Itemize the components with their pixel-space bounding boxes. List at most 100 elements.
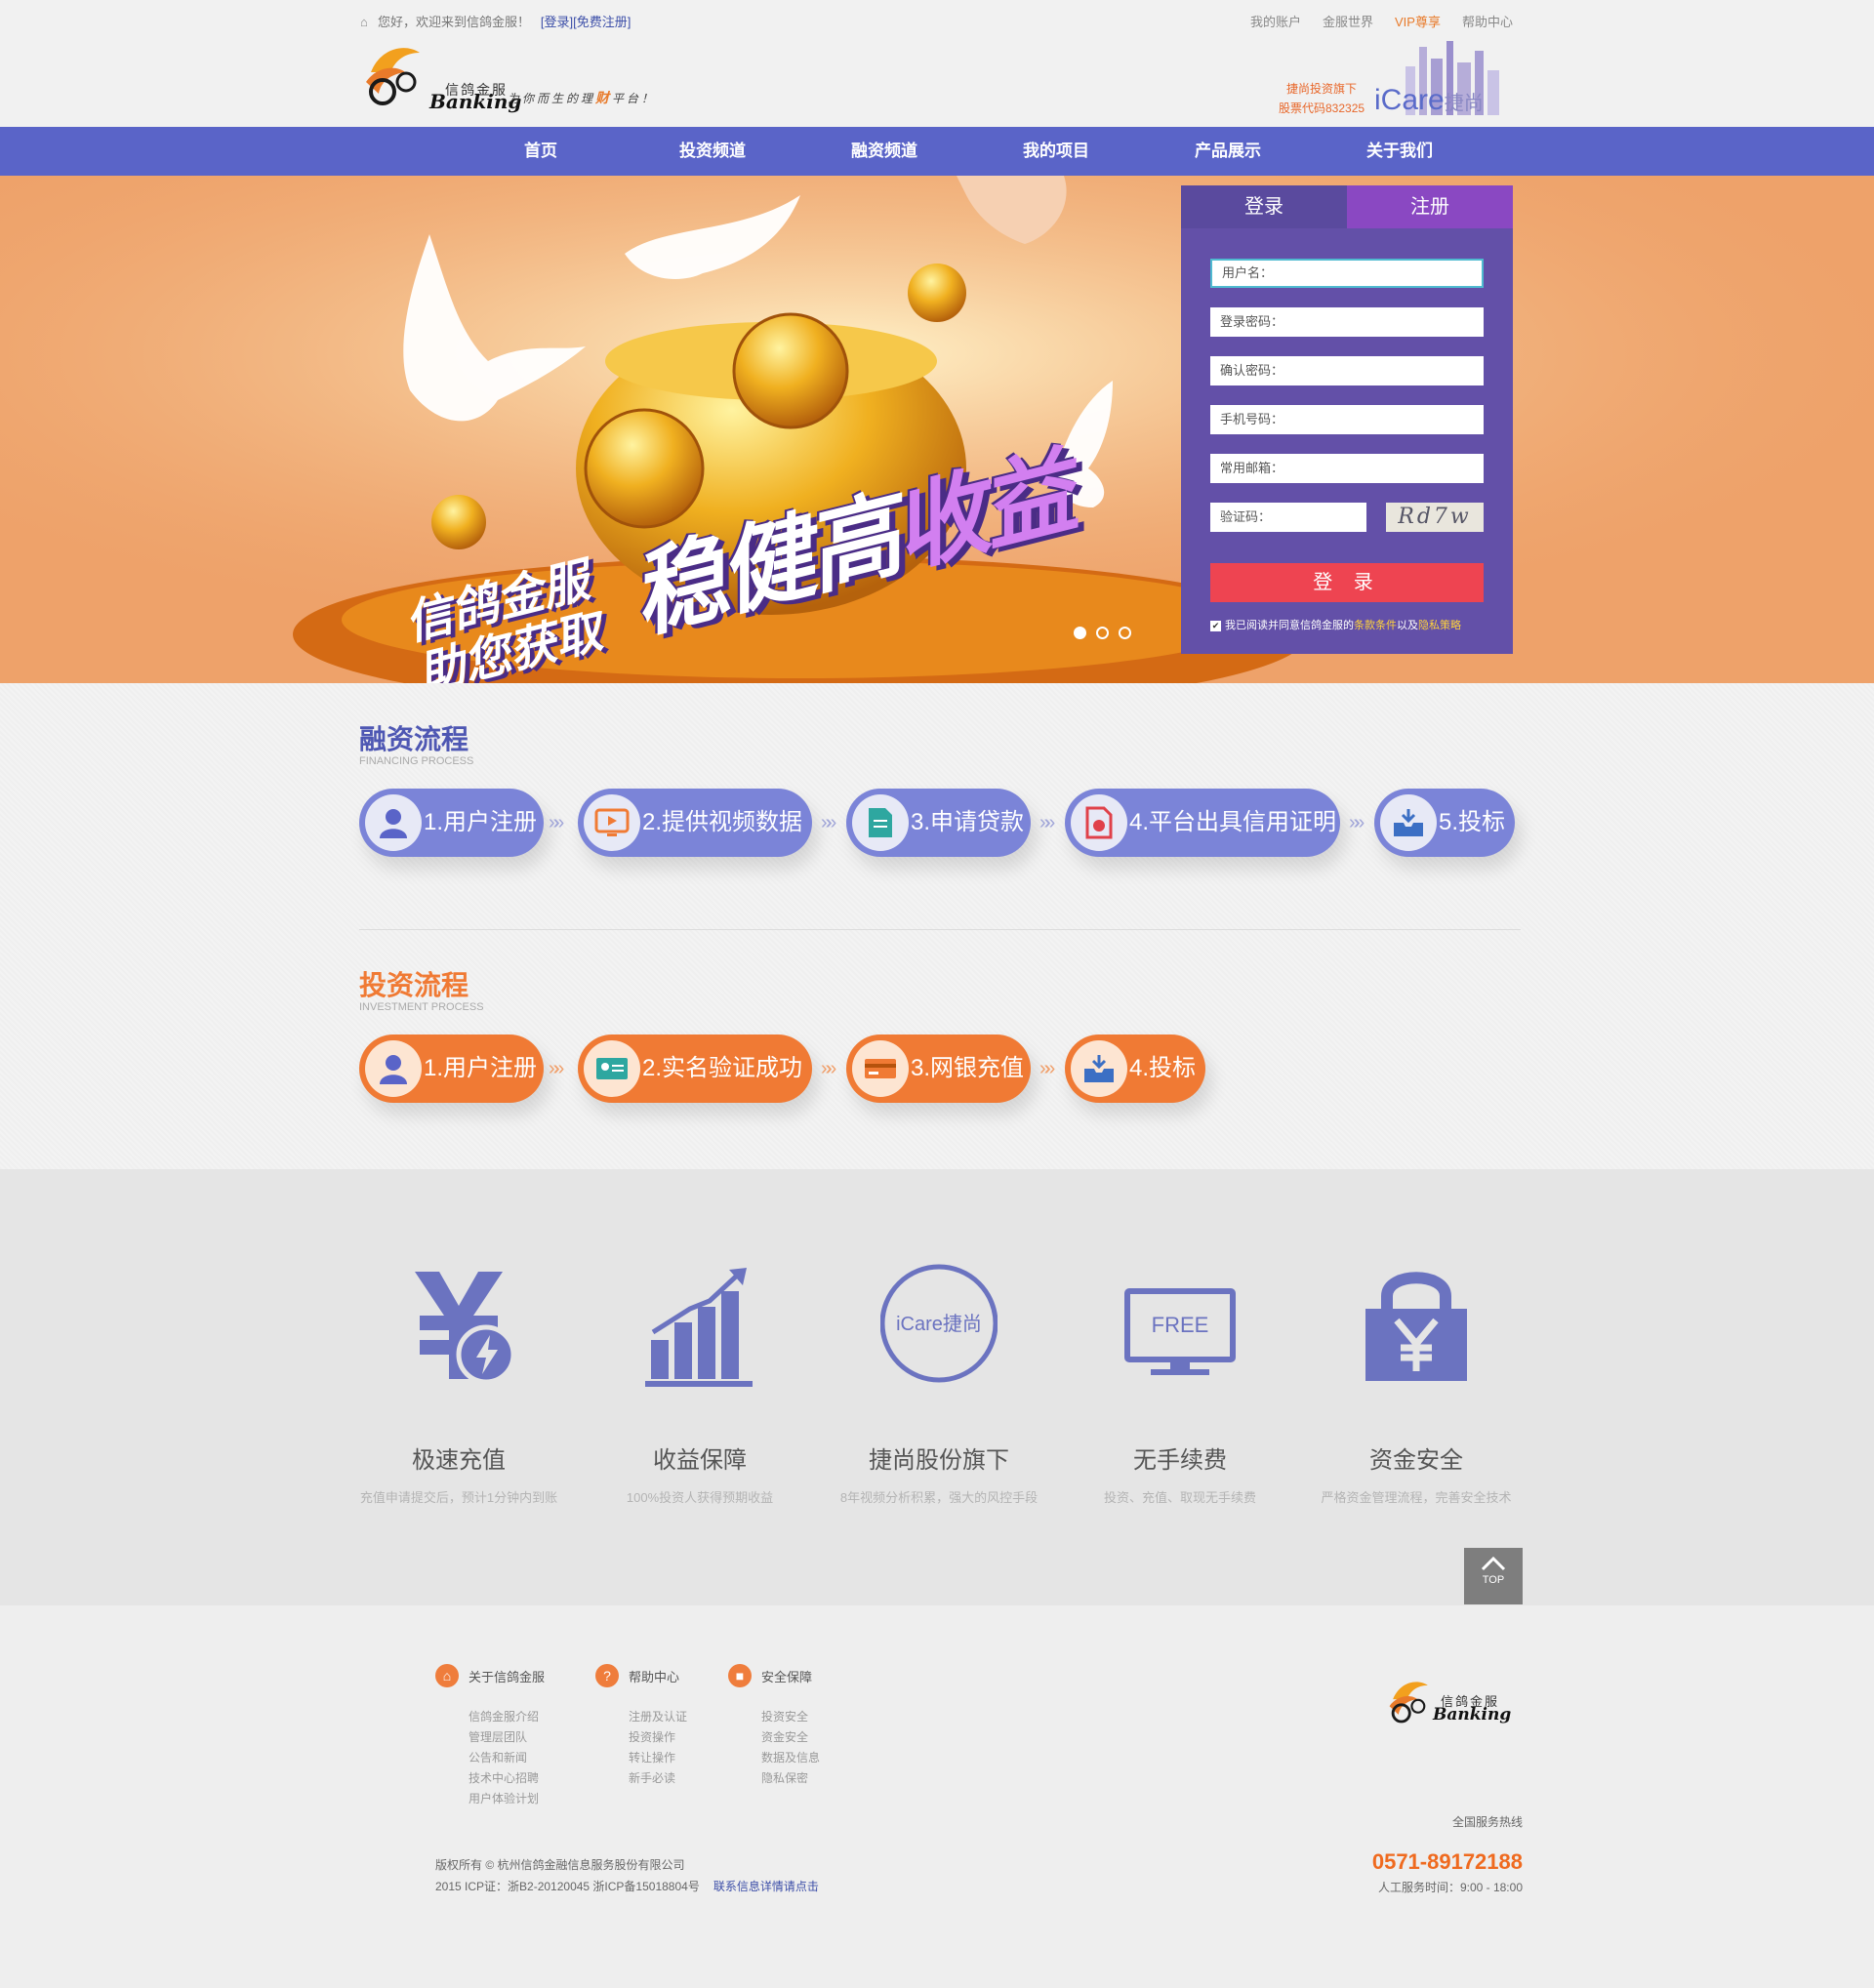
chevron-up-icon [1481,1556,1506,1571]
investment-step-2[interactable]: 2.实名验证成功 [578,1035,812,1103]
password-field[interactable]: 登录密码： [1210,307,1484,337]
terms-link[interactable]: 条款条件 [1354,620,1397,631]
financing-step-1[interactable]: 1.用户注册 [359,789,544,857]
investment-title: 投资流程 [359,970,469,1000]
lock-icon: ■ [728,1664,752,1687]
confirm-password-field[interactable]: 确认密码： [1210,356,1484,385]
footer-link[interactable]: 新手必读 [629,1768,687,1789]
financing-step-4[interactable]: 4.平台出具信用证明 [1065,789,1340,857]
financing-subtitle: FINANCING PROCESS [359,755,474,767]
agree-checkbox[interactable]: ✔ [1210,620,1221,631]
top-link-world[interactable]: 金服世界 [1323,12,1373,30]
login-submit-button[interactable]: 登 录 [1210,563,1484,602]
footer-link[interactable]: 资金安全 [761,1727,820,1748]
nav-products[interactable]: 产品展示 [1142,127,1314,176]
section-divider [359,929,1521,930]
process-section: 融资流程 FINANCING PROCESS 1.用户注册 »» 2.提供视频数… [0,683,1874,1169]
document-icon [852,794,909,851]
footer-link[interactable]: 投资操作 [629,1727,687,1748]
investment-step-3[interactable]: 3.网银充值 [846,1035,1031,1103]
nav-home[interactable]: 首页 [455,127,627,176]
investment-step-4[interactable]: 4.投标 [1065,1035,1205,1103]
footer-logo[interactable]: 信鸽金服 Banking [1386,1664,1523,1742]
footer-link[interactable]: 数据及信息 [761,1748,820,1768]
nav-invest[interactable]: 投资频道 [627,127,798,176]
register-link[interactable]: [免费注册] [573,15,631,29]
arrow-icon: »» [821,812,836,833]
carousel-dot-2[interactable] [1096,627,1109,639]
site-logo[interactable]: 信鸽金服 Banking 为你而生的理财平台！ [361,39,673,117]
hotline-number: 0571-89172188 [1371,1849,1523,1874]
footer-link[interactable]: 转让操作 [629,1748,687,1768]
footer-link[interactable]: 投资安全 [761,1707,820,1727]
video-icon [584,794,640,851]
lock-yen-icon [1365,1272,1467,1381]
back-to-top-button[interactable]: TOP [1464,1548,1523,1604]
captcha-image[interactable]: Rd7w [1386,503,1484,532]
question-icon: ? [595,1664,619,1687]
login-link[interactable]: [登录] [541,15,573,29]
footer-link[interactable]: 技术中心招聘 [468,1768,545,1789]
feature-name: 捷尚股份旗下 [869,1447,1009,1474]
financing-step-5[interactable]: 5.投标 [1374,789,1515,857]
top-link-account[interactable]: 我的账户 [1250,12,1301,30]
contact-link[interactable]: 联系信息详情请点击 [713,1880,819,1893]
nav-about[interactable]: 关于我们 [1314,127,1486,176]
email-field[interactable]: 常用邮箱： [1210,454,1484,483]
greeting-text: 您好，欢迎来到信鸽金服！ [378,15,531,29]
certificate-icon [1071,794,1127,851]
top-link-help[interactable]: 帮助中心 [1462,12,1513,30]
yen-lightning-icon [415,1272,516,1385]
financing-step-2[interactable]: 2.提供视频数据 [578,789,812,857]
arrow-icon: »» [1039,1058,1055,1079]
nav-my-projects[interactable]: 我的项目 [970,127,1142,176]
feature-desc: 充值申请提交后，预计1分钟内到账 [359,1490,558,1505]
growth-chart-icon [645,1268,753,1387]
id-card-icon [584,1040,640,1097]
arrow-icon: »» [821,1058,836,1079]
tab-register[interactable]: 注册 [1347,185,1513,228]
phone-field[interactable]: 手机号码： [1210,405,1484,434]
home-icon: ⌂ [360,15,368,29]
icare-brand: 捷尚投资旗下 股票代码832325 iCare捷尚 [1259,37,1513,125]
username-field[interactable]: 用户名： [1210,259,1484,288]
captcha-field[interactable]: 验证码： [1210,503,1366,532]
footer-col-security: ■ 安全保障 投资安全 资金安全 数据及信息 隐私保密 [728,1664,820,1789]
footer-link[interactable]: 用户体验计划 [468,1789,545,1809]
footer-link[interactable]: 注册及认证 [629,1707,687,1727]
investment-process: 投资流程 INVESTMENT PROCESS 1.用户注册 »» 2.实名验证… [359,964,1521,1103]
footer-link[interactable]: 管理层团队 [468,1727,545,1748]
feature-desc: 投资、充值、取现无手续费 [1103,1490,1256,1505]
footer-logo-en: Banking [1433,1705,1512,1724]
feature-name: 收益保障 [653,1447,747,1474]
tab-login[interactable]: 登录 [1181,185,1347,228]
back-to-top-label: TOP [1482,1574,1505,1586]
user-icon [365,794,422,851]
icare-badge-icon: iCare捷尚 [880,1264,998,1383]
free-monitor-icon: FREE [1124,1288,1236,1375]
icare-logo-text: iCare捷尚 [1374,84,1484,116]
feature-name: 无手续费 [1133,1447,1227,1474]
logo-slogan: 为你而生的理财平台！ [508,90,657,105]
hotline-label: 全国服务热线 [1451,1815,1523,1829]
carousel-dot-3[interactable] [1119,627,1131,639]
top-link-vip[interactable]: VIP尊享 [1395,12,1441,30]
nav-financing[interactable]: 融资频道 [798,127,970,176]
investment-step-1[interactable]: 1.用户注册 [359,1035,544,1103]
feature-name: 资金安全 [1369,1447,1463,1474]
footer-link[interactable]: 信鸽金服介绍 [468,1707,545,1727]
svg-text:iCare捷尚: iCare捷尚 [896,1313,982,1335]
feature-desc: 8年视频分析积累，强大的风控手段 [839,1490,1039,1505]
arrow-icon: »» [549,1058,564,1079]
arrow-icon: »» [1349,812,1365,833]
carousel-dot-1[interactable] [1074,627,1086,639]
arrow-icon: »» [1039,812,1055,833]
footer-link[interactable]: 公告和新闻 [468,1748,545,1768]
copyright-text: 版权所有 © 杭州信鸽金融信息服务股份有限公司 [435,1858,685,1872]
hero-banner[interactable]: 信鸽金服 助您获取 稳健高收益 [0,176,1874,683]
footer-link[interactable]: 隐私保密 [761,1768,820,1789]
login-panel: 登录 注册 用户名： 登录密码： 确认密码： 手机号码： 常用邮箱： 验证码： … [1181,185,1513,654]
main-nav: 首页 投资频道 融资频道 我的项目 产品展示 关于我们 [0,127,1874,176]
financing-step-3[interactable]: 3.申请贷款 [846,789,1031,857]
privacy-link[interactable]: 隐私策略 [1418,620,1461,631]
